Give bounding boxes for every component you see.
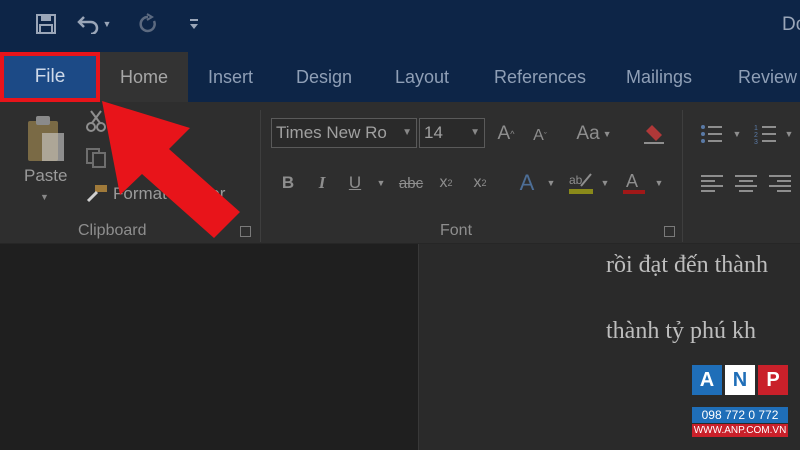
- undo-icon[interactable]: ▼: [76, 8, 112, 40]
- bullets-icon[interactable]: [698, 120, 726, 148]
- chevron-down-icon[interactable]: ▼: [374, 168, 388, 198]
- tab-design[interactable]: Design: [296, 52, 352, 102]
- logo-letter: P: [758, 365, 788, 395]
- paste-icon[interactable]: [22, 112, 70, 164]
- font-size-value: 14: [424, 123, 443, 142]
- clipboard-launcher-icon[interactable]: [240, 226, 251, 237]
- group-separator: [682, 110, 683, 242]
- align-left-icon[interactable]: [700, 170, 724, 196]
- change-case-label: Aa: [576, 123, 600, 144]
- group-separator: [260, 110, 261, 242]
- logo-url: WWW.ANP.COM.VN: [692, 424, 788, 437]
- tab-insert[interactable]: Insert: [208, 52, 253, 102]
- chevron-down-icon[interactable]: ▼: [730, 120, 744, 148]
- redo-icon[interactable]: [132, 8, 164, 40]
- clipboard-group-label: Clipboard: [78, 222, 147, 239]
- bold-icon[interactable]: B: [277, 168, 299, 198]
- tab-home[interactable]: Home: [100, 52, 188, 102]
- tab-mailings[interactable]: Mailings: [626, 52, 692, 102]
- tab-file[interactable]: File: [0, 52, 100, 102]
- chevron-down-icon[interactable]: ▼: [598, 168, 612, 198]
- copy-icon[interactable]: [84, 146, 108, 170]
- underline-icon[interactable]: U: [344, 168, 366, 198]
- ribbon: Paste ▼ Format Painter Clipboard Times N…: [0, 102, 800, 244]
- format-painter-icon[interactable]: [84, 182, 110, 204]
- document-text-line[interactable]: rồi đạt đến thành: [606, 252, 768, 279]
- svg-text:A: A: [626, 171, 638, 191]
- strikethrough-icon[interactable]: abc: [396, 168, 426, 198]
- chevron-down-icon[interactable]: ▼: [103, 19, 112, 29]
- chevron-down-icon[interactable]: ▼: [652, 168, 666, 198]
- highlight-color-icon[interactable]: ab: [566, 168, 596, 198]
- font-group-label: Font: [440, 222, 473, 239]
- font-name-combo[interactable]: Times New Ro ▼: [271, 118, 417, 148]
- font-color-icon[interactable]: A: [620, 168, 648, 198]
- change-case-icon[interactable]: Aa ▼: [572, 120, 616, 148]
- italic-icon[interactable]: I: [311, 168, 333, 198]
- align-center-icon[interactable]: [734, 170, 758, 196]
- cut-icon[interactable]: [84, 108, 108, 134]
- logo-letter: A: [692, 365, 722, 395]
- logo-phone: 098 772 0 772: [692, 407, 788, 423]
- font-size-combo[interactable]: 14 ▼: [419, 118, 485, 148]
- text-effects-icon[interactable]: A: [514, 168, 540, 198]
- document-title: Do: [782, 14, 800, 35]
- align-right-icon[interactable]: [768, 170, 792, 196]
- logo-letter: N: [725, 365, 755, 395]
- font-name-value: Times New Ro: [276, 123, 387, 142]
- tab-layout[interactable]: Layout: [395, 52, 449, 102]
- superscript-icon[interactable]: x2: [468, 168, 492, 198]
- tab-review[interactable]: Review: [738, 52, 797, 102]
- chevron-down-icon[interactable]: ▼: [470, 119, 480, 147]
- chevron-down-icon[interactable]: ▼: [402, 119, 412, 147]
- svg-text:2: 2: [754, 132, 758, 139]
- svg-text:1: 1: [754, 125, 758, 132]
- tab-references[interactable]: References: [494, 52, 586, 102]
- font-launcher-icon[interactable]: [664, 226, 675, 237]
- chevron-down-icon[interactable]: ▼: [782, 120, 796, 148]
- numbering-icon[interactable]: 123: [752, 120, 780, 148]
- clear-formatting-icon[interactable]: [640, 120, 668, 148]
- shrink-font-icon[interactable]: Aˇ: [528, 122, 552, 150]
- title-bar: ▼ Do: [0, 0, 800, 52]
- grow-font-icon[interactable]: A ^: [494, 120, 518, 148]
- customize-toolbar-icon[interactable]: [182, 8, 206, 40]
- document-text-line[interactable]: thành tỷ phú kh: [606, 318, 756, 345]
- paste-label[interactable]: Paste: [24, 166, 67, 186]
- paste-dropdown-icon[interactable]: ▼: [40, 192, 49, 202]
- save-icon[interactable]: [30, 8, 62, 40]
- format-painter-label[interactable]: Format Painter: [113, 184, 225, 204]
- svg-text:3: 3: [754, 139, 758, 145]
- chevron-down-icon[interactable]: ▼: [544, 168, 558, 198]
- subscript-icon[interactable]: x2: [434, 168, 458, 198]
- tab-file-label: File: [34, 66, 66, 87]
- ribbon-tabs: Home Insert Design Layout References Mai…: [0, 52, 800, 102]
